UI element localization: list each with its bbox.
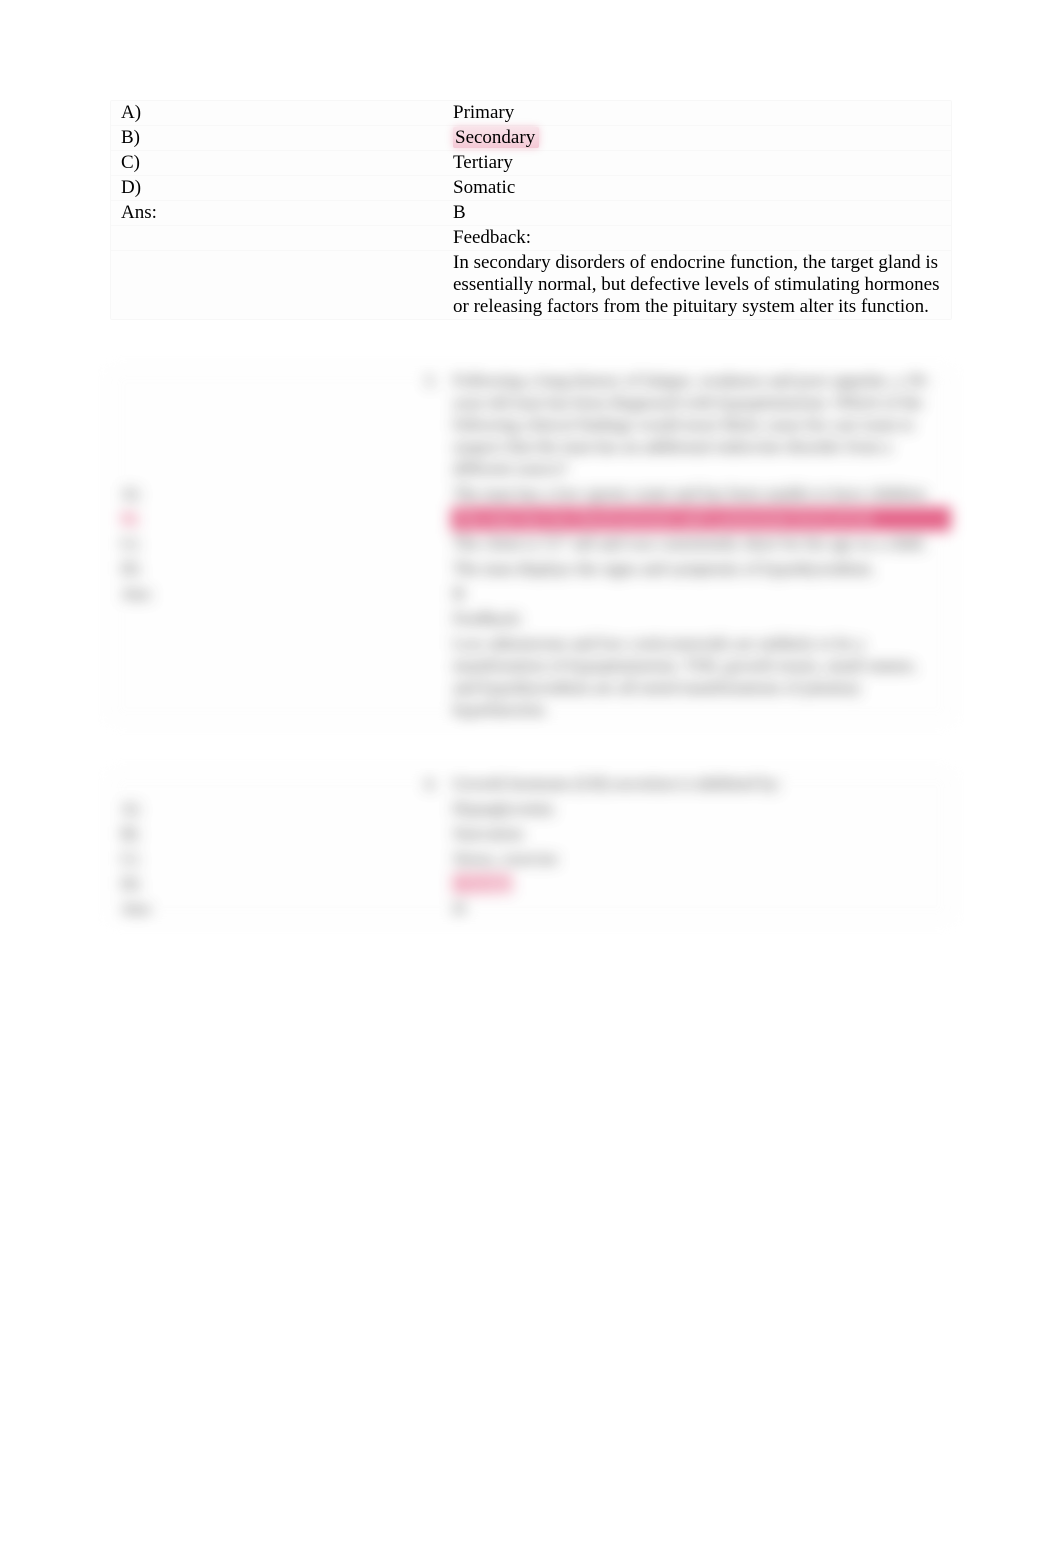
table-row: A) The man has a low sperm count and has… <box>111 482 951 507</box>
question-block-1: A) Primary B) Secondary C) Tertiary D) S… <box>110 100 952 320</box>
option-label: B) <box>111 126 451 150</box>
question-stem: Following a long history of fatigue, wea… <box>451 369 951 481</box>
option-text: Stress, exercise <box>451 847 951 871</box>
option-label: A) <box>111 797 451 821</box>
option-label: C) <box>111 151 451 175</box>
option-text: Primary <box>451 101 951 125</box>
option-text: The client is 5'2" tall and was consiste… <box>451 532 951 556</box>
table-row: A) Primary <box>111 101 951 126</box>
table-row: Ans: B <box>111 582 951 607</box>
option-text: The man has low blood pressure and a pot… <box>451 507 951 531</box>
answer-label: Ans: <box>111 897 451 921</box>
question-number: 4. <box>111 772 451 796</box>
answer-value: B <box>451 201 951 225</box>
highlight-text: Secondary <box>453 127 539 148</box>
option-label: A) <box>111 101 451 125</box>
option-text: Tertiary <box>451 151 951 175</box>
page-container: A) Primary B) Secondary C) Tertiary D) S… <box>0 0 1062 1010</box>
option-text: Secondary <box>451 126 951 150</box>
option-label: A) <box>111 482 451 506</box>
highlight-text: The man has low blood pressure and a pot… <box>453 509 879 528</box>
question-block-2: 3. Following a long history of fatigue, … <box>110 368 952 723</box>
answer-label: Ans: <box>111 201 451 225</box>
feedback-empty <box>111 632 451 722</box>
option-text: Somatic <box>451 176 951 200</box>
feedback-empty <box>111 251 451 319</box>
feedback-text: In secondary disorders of endocrine func… <box>451 251 951 319</box>
table-row: A) Hypoglycemia <box>111 797 951 822</box>
answer-value: D <box>451 897 951 921</box>
option-label: D) <box>111 872 451 896</box>
feedback-label: Feedback: <box>451 226 951 250</box>
table-row: D) Obesity <box>111 872 951 897</box>
fade-overlay <box>0 941 1062 1561</box>
table-row: C) Stress, exercise <box>111 847 951 872</box>
table-row: C) Tertiary <box>111 151 951 176</box>
option-label: C) <box>111 847 451 871</box>
table-row: Ans: D <box>111 897 951 921</box>
table-row: Feedback: <box>111 607 951 632</box>
table-row: D) Somatic <box>111 176 951 201</box>
table-row: D) The man displays the signs and sympto… <box>111 557 951 582</box>
table-row: B) The man has low blood pressure and a … <box>111 507 951 532</box>
answer-value: B <box>451 582 951 606</box>
option-text: Starvation <box>451 822 951 846</box>
table-row: In secondary disorders of endocrine func… <box>111 251 951 319</box>
question-block-3: 4. Growth hormone (GH) secretion is inhi… <box>110 771 952 922</box>
table-row: Feedback: <box>111 226 951 251</box>
table-row: C) The client is 5'2" tall and was consi… <box>111 532 951 557</box>
option-label: D) <box>111 176 451 200</box>
table-row: 3. Following a long history of fatigue, … <box>111 369 951 482</box>
feedback-label: Feedback: <box>451 607 951 631</box>
option-label: B) <box>111 822 451 846</box>
question-stem: Growth hormone (GH) secretion is inhibit… <box>451 772 951 796</box>
table-row: Ans: B <box>111 201 951 226</box>
option-label: B) <box>111 507 451 531</box>
table-row: Low aldosterone and low corticosteroids … <box>111 632 951 722</box>
option-text: Obesity <box>451 872 951 896</box>
feedback-empty <box>111 226 451 250</box>
option-label: D) <box>111 557 451 581</box>
answer-label: Ans: <box>111 582 451 606</box>
table-row: 4. Growth hormone (GH) secretion is inhi… <box>111 772 951 797</box>
feedback-text: Low aldosterone and low corticosteroids … <box>451 632 951 722</box>
table-row: B) Secondary <box>111 126 951 151</box>
option-label: C) <box>111 532 451 556</box>
highlight-text: Obesity <box>453 874 512 893</box>
option-text: The man displays the signs and symptoms … <box>451 557 951 581</box>
feedback-empty <box>111 607 451 631</box>
blurred-section: 3. Following a long history of fatigue, … <box>110 368 952 922</box>
option-text: The man has a low sperm count and has be… <box>451 482 951 506</box>
option-text: Hypoglycemia <box>451 797 951 821</box>
table-row: B) Starvation <box>111 822 951 847</box>
question-number: 3. <box>111 369 451 481</box>
